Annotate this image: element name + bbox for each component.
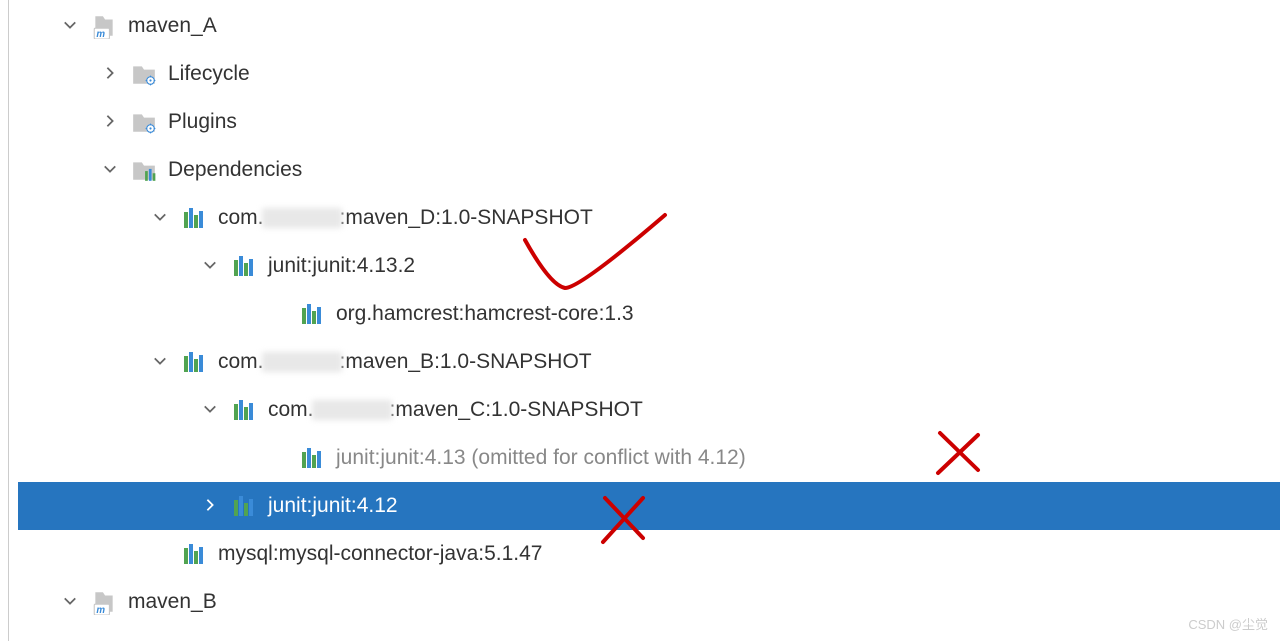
watermark: CSDN @尘觉 — [1188, 614, 1268, 633]
node-label: Plugins — [168, 110, 237, 134]
border-line — [8, 0, 9, 641]
tree-node-plugins[interactable]: Plugins — [18, 98, 1280, 146]
maven-module-icon: m — [90, 588, 118, 616]
chevron-down-icon[interactable] — [58, 590, 82, 614]
folder-gear-icon — [130, 60, 158, 88]
node-label: Dependencies — [168, 158, 302, 182]
folder-gear-icon — [130, 108, 158, 136]
node-label: com.:maven_C:1.0-SNAPSHOT — [268, 398, 643, 422]
node-label: org.hamcrest:hamcrest-core:1.3 — [336, 302, 634, 326]
node-label: junit:junit:4.13 (omitted for conflict w… — [336, 446, 746, 470]
node-label: maven_B — [128, 590, 217, 614]
dependency-icon — [230, 396, 258, 424]
tree-node-maven-c[interactable]: com.:maven_C:1.0-SNAPSHOT — [18, 386, 1280, 434]
tree-node-junit-412[interactable]: junit:junit:4.12 — [18, 482, 1280, 530]
maven-tree: m maven_A Lifecycle — [0, 0, 1280, 626]
chevron-down-icon[interactable] — [198, 398, 222, 422]
tree-node-maven-b[interactable]: m maven_B — [18, 578, 1280, 626]
chevron-down-icon[interactable] — [148, 206, 172, 230]
dependency-icon — [180, 540, 208, 568]
tree-node-maven-d[interactable]: com.:maven_D:1.0-SNAPSHOT — [18, 194, 1280, 242]
tree-node-mysql[interactable]: mysql:mysql-connector-java:5.1.47 — [18, 530, 1280, 578]
svg-text:m: m — [96, 29, 105, 39]
node-label: Lifecycle — [168, 62, 250, 86]
tree-node-maven-b-dep[interactable]: com.:maven_B:1.0-SNAPSHOT — [18, 338, 1280, 386]
folder-dependency-icon — [130, 156, 158, 184]
dependency-icon — [180, 204, 208, 232]
tree-node-dependencies[interactable]: Dependencies — [18, 146, 1280, 194]
node-label: com.:maven_D:1.0-SNAPSHOT — [218, 206, 593, 230]
redacted-text — [262, 352, 342, 372]
node-label: mysql:mysql-connector-java:5.1.47 — [218, 542, 542, 566]
chevron-right-icon[interactable] — [198, 494, 222, 518]
chevron-down-icon[interactable] — [98, 158, 122, 182]
chevron-down-icon[interactable] — [58, 14, 82, 38]
chevron-right-icon[interactable] — [98, 62, 122, 86]
dependency-icon — [230, 252, 258, 280]
node-label: com.:maven_B:1.0-SNAPSHOT — [218, 350, 592, 374]
chevron-down-icon[interactable] — [198, 254, 222, 278]
tree-node-junit-4132[interactable]: junit:junit:4.13.2 — [18, 242, 1280, 290]
tree-node-lifecycle[interactable]: Lifecycle — [18, 50, 1280, 98]
chevron-right-icon[interactable] — [98, 110, 122, 134]
dependency-icon — [298, 300, 326, 328]
tree-node-maven-a[interactable]: m maven_A — [18, 2, 1280, 50]
tree-node-hamcrest[interactable]: org.hamcrest:hamcrest-core:1.3 — [18, 290, 1280, 338]
dependency-icon — [230, 492, 258, 520]
redacted-text — [312, 400, 392, 420]
node-label: junit:junit:4.13.2 — [268, 254, 415, 278]
dependency-icon — [180, 348, 208, 376]
node-label: maven_A — [128, 14, 217, 38]
svg-text:m: m — [96, 605, 105, 615]
maven-module-icon: m — [90, 12, 118, 40]
dependency-icon — [298, 444, 326, 472]
chevron-down-icon[interactable] — [148, 350, 172, 374]
node-label: junit:junit:4.12 — [268, 494, 398, 518]
redacted-text — [262, 208, 342, 228]
tree-node-junit-413-omitted[interactable]: junit:junit:4.13 (omitted for conflict w… — [18, 434, 1280, 482]
